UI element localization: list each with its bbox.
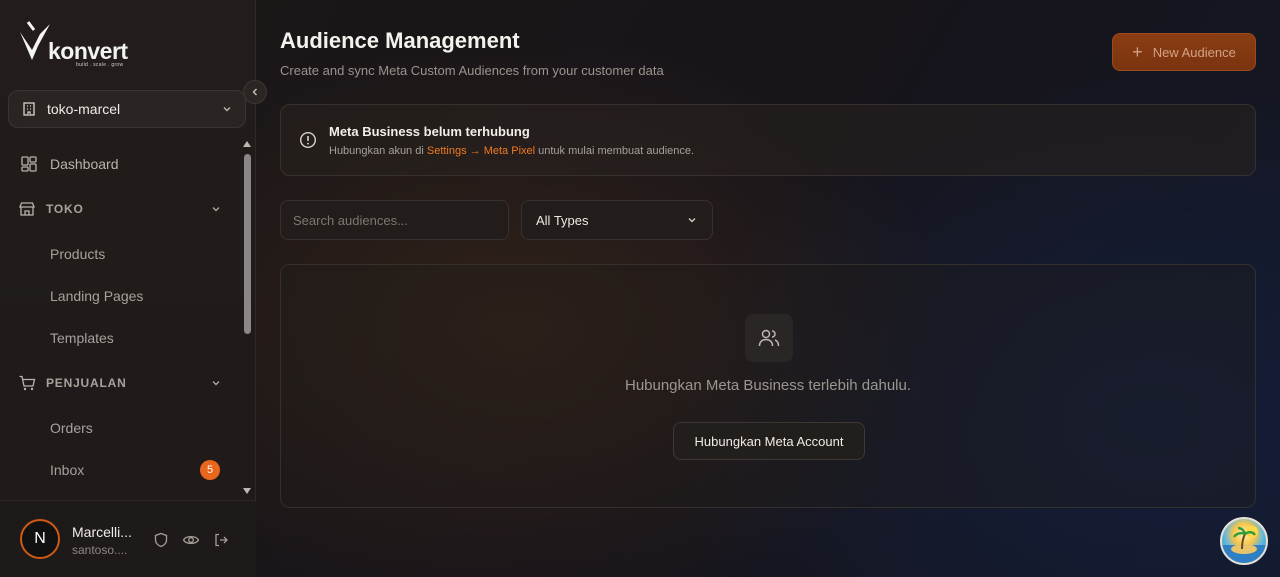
page-title: Audience Management — [280, 28, 520, 53]
brand-tagline: build . scale . grow — [76, 62, 124, 68]
store-icon — [19, 202, 35, 216]
sidebar-collapse-button[interactable] — [243, 80, 267, 104]
settings-meta-pixel-link[interactable]: Settings → Meta Pixel — [427, 145, 535, 157]
store-selector[interactable]: toko-marcel — [8, 90, 246, 128]
island-icon — [1222, 526, 1266, 563]
page-subtitle: Create and sync Meta Custom Audiences fr… — [280, 63, 664, 78]
new-audience-button[interactable]: + New Audience — [1112, 33, 1256, 71]
new-audience-label: New Audience — [1152, 44, 1236, 60]
plus-icon: + — [1132, 42, 1143, 62]
sidebar-item-templates[interactable]: Templates — [10, 319, 236, 357]
cart-icon — [19, 375, 36, 391]
sidebar-section-label: TOKO — [46, 202, 84, 216]
alert-description-suffix: untuk mulai membuat audience. — [535, 145, 695, 157]
alert-circle-icon — [299, 131, 317, 149]
sidebar-item-landing-pages[interactable]: Landing Pages — [10, 277, 236, 315]
empty-state-message: Hubungkan Meta Business terlebih dahulu. — [624, 377, 912, 394]
connect-meta-account-button[interactable]: Hubungkan Meta Account — [673, 422, 865, 460]
chevron-down-icon — [688, 218, 696, 223]
konvert-logo-icon — [20, 21, 50, 60]
audience-type-select[interactable]: All Types — [521, 200, 713, 240]
eye-icon[interactable] — [182, 531, 200, 549]
meta-connection-alert: Meta Business belum terhubung Hubungkan … — [280, 104, 1256, 176]
sidebar-section-penjualan[interactable]: PENJUALAN — [10, 363, 236, 403]
sidebar-section-label: PENJUALAN — [46, 376, 127, 390]
alert-description: Hubungkan akun di Settings → Meta Pixel … — [329, 145, 694, 157]
scroll-down-arrow-icon[interactable] — [243, 488, 251, 494]
sidebar-item-orders[interactable]: Orders — [10, 409, 236, 447]
scroll-up-arrow-icon[interactable] — [243, 141, 251, 147]
building-icon — [23, 102, 35, 116]
brand-logo[interactable]: konvert build . scale . grow — [18, 20, 148, 70]
inbox-count-badge: 5 — [200, 460, 220, 480]
chevron-left-icon — [252, 88, 257, 96]
sidebar-item-label: Inbox — [50, 462, 85, 478]
brand-name: konvert — [48, 38, 128, 64]
user-email: santoso.... — [72, 543, 128, 557]
user-panel: N Marcelli... santoso.... — [0, 500, 256, 577]
store-selector-value: toko-marcel — [47, 101, 121, 117]
sidebar: konvert build . scale . grow toko-marcel — [0, 0, 256, 577]
search-audiences-input[interactable] — [280, 200, 509, 240]
shield-icon[interactable] — [152, 531, 170, 549]
users-icon — [745, 314, 793, 362]
sidebar-item-products[interactable]: Products — [10, 235, 236, 273]
sidebar-item-label: Dashboard — [50, 156, 119, 172]
assistant-avatar-button[interactable] — [1220, 517, 1268, 565]
app-root: konvert build . scale . grow toko-marcel — [0, 0, 1280, 577]
audiences-empty-state: Hubungkan Meta Business terlebih dahulu.… — [280, 264, 1256, 508]
alert-title: Meta Business belum terhubung — [329, 124, 530, 139]
alert-description-prefix: Hubungkan akun di — [329, 145, 427, 157]
dashboard-icon — [21, 156, 37, 172]
avatar[interactable]: N — [20, 519, 60, 559]
user-name: Marcelli... — [72, 524, 132, 540]
chevron-down-icon — [212, 207, 220, 212]
chevron-down-icon — [223, 107, 231, 112]
sidebar-item-inbox[interactable]: Inbox 5 — [10, 451, 236, 489]
sidebar-section-toko[interactable]: TOKO — [10, 189, 236, 229]
logout-icon[interactable] — [212, 531, 230, 549]
sidebar-item-dashboard[interactable]: Dashboard — [10, 144, 236, 184]
chevron-down-icon — [212, 381, 220, 386]
sidebar-scrollbar-thumb[interactable] — [244, 154, 251, 334]
audience-type-value: All Types — [536, 212, 589, 228]
